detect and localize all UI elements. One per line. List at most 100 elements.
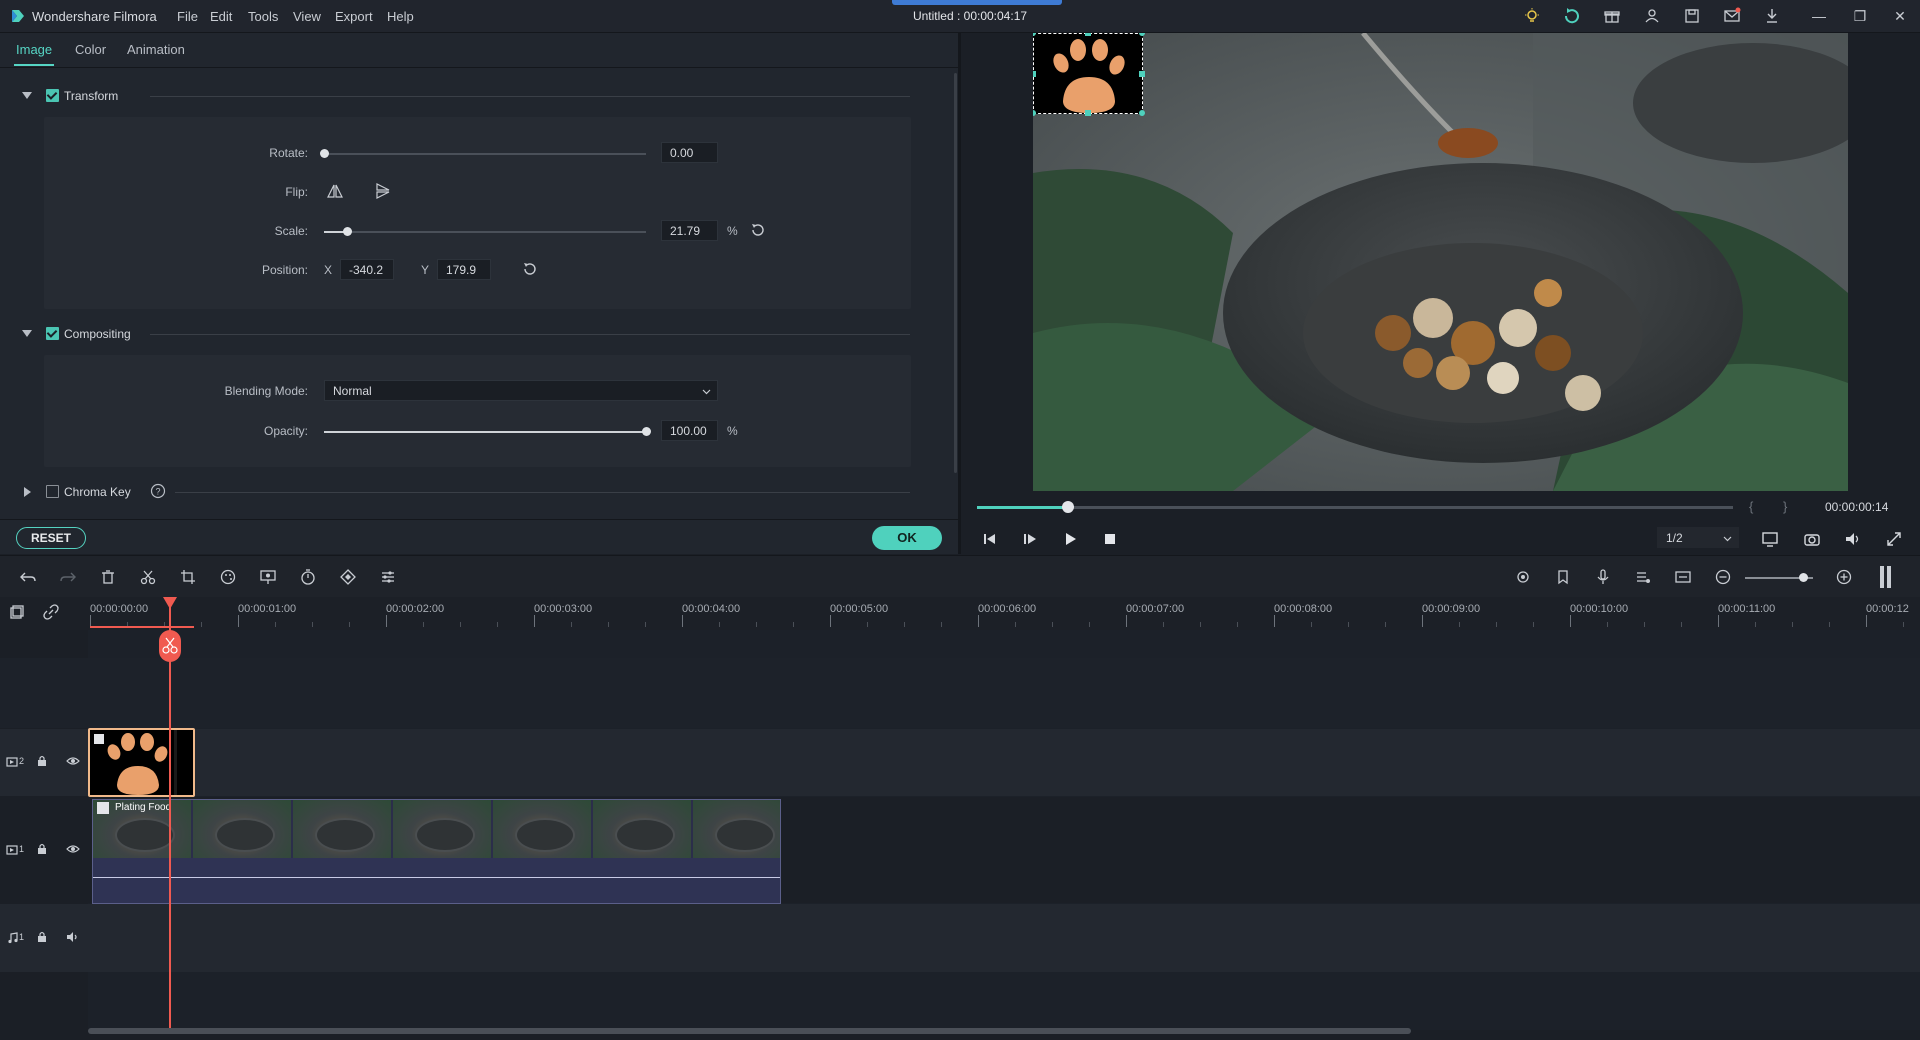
panel-toggle-icon[interactable] bbox=[1887, 566, 1891, 588]
playback-progress-knob[interactable] bbox=[1061, 501, 1074, 513]
render-icon[interactable] bbox=[1514, 568, 1532, 586]
playhead-handle[interactable] bbox=[163, 597, 177, 609]
reset-scale-icon[interactable] bbox=[749, 221, 767, 239]
scale-input[interactable]: 21.79 bbox=[661, 220, 718, 241]
menu-view[interactable]: View bbox=[293, 9, 321, 24]
green-screen-icon[interactable] bbox=[259, 568, 277, 586]
blending-mode-select[interactable]: Normal bbox=[324, 380, 718, 401]
mark-out-button[interactable]: } bbox=[1783, 499, 1787, 514]
ok-button[interactable]: OK bbox=[872, 526, 942, 550]
resize-handle[interactable] bbox=[1085, 33, 1091, 36]
download-icon[interactable] bbox=[1762, 6, 1782, 26]
playback-progress-bar[interactable] bbox=[977, 506, 1733, 509]
position-y-input[interactable]: 179.9 bbox=[437, 259, 491, 280]
audio-mixer-icon[interactable] bbox=[1634, 568, 1652, 586]
adjust-icon[interactable] bbox=[379, 568, 397, 586]
split-marker[interactable] bbox=[159, 630, 181, 662]
resize-handle[interactable] bbox=[1085, 110, 1091, 116]
video-clip[interactable]: Plating Food bbox=[92, 799, 781, 904]
close-button[interactable]: ✕ bbox=[1889, 6, 1911, 26]
scale-slider-knob[interactable] bbox=[342, 227, 352, 236]
help-icon[interactable]: ? bbox=[150, 483, 166, 499]
lock-icon[interactable] bbox=[35, 754, 49, 768]
volume-icon[interactable] bbox=[1844, 530, 1862, 548]
chroma-key-checkbox[interactable] bbox=[46, 485, 59, 498]
image-clip[interactable] bbox=[88, 728, 195, 797]
resize-handle[interactable] bbox=[1139, 71, 1145, 77]
flip-vertical-icon[interactable] bbox=[374, 182, 392, 200]
zoom-in-icon[interactable] bbox=[1835, 568, 1853, 586]
menu-help[interactable]: Help bbox=[387, 9, 414, 24]
panel-scrollbar[interactable] bbox=[954, 73, 957, 473]
menu-export[interactable]: Export bbox=[335, 9, 373, 24]
speaker-icon[interactable] bbox=[66, 930, 80, 944]
stop-icon[interactable] bbox=[1101, 530, 1119, 548]
mark-in-button[interactable]: { bbox=[1749, 499, 1753, 514]
flip-horizontal-icon[interactable] bbox=[326, 182, 344, 200]
play-frame-icon[interactable] bbox=[1021, 530, 1039, 548]
ruler-tick bbox=[830, 615, 831, 627]
undo-icon[interactable] bbox=[19, 568, 37, 586]
fullscreen-icon[interactable] bbox=[1885, 530, 1903, 548]
add-track-icon[interactable] bbox=[8, 603, 26, 621]
opacity-input[interactable]: 100.00 bbox=[661, 420, 718, 441]
opacity-slider-knob[interactable] bbox=[642, 427, 651, 436]
lock-icon[interactable] bbox=[35, 930, 49, 944]
zoom-out-icon[interactable] bbox=[1714, 568, 1732, 586]
transform-section-header[interactable]: Transform bbox=[0, 87, 920, 107]
eye-icon[interactable] bbox=[66, 842, 80, 856]
record-voiceover-icon[interactable] bbox=[1594, 568, 1612, 586]
tab-image[interactable]: Image bbox=[16, 42, 52, 57]
rotate-input[interactable]: 0.00 bbox=[661, 142, 718, 163]
tab-color[interactable]: Color bbox=[75, 42, 106, 57]
cut-icon[interactable] bbox=[139, 568, 157, 586]
lock-icon[interactable] bbox=[35, 842, 49, 856]
compositing-checkbox[interactable] bbox=[46, 327, 59, 340]
account-icon[interactable] bbox=[1642, 6, 1662, 26]
collapse-arrow-icon[interactable] bbox=[22, 330, 32, 337]
resize-handle[interactable] bbox=[1033, 71, 1036, 77]
speed-icon[interactable] bbox=[299, 568, 317, 586]
chroma-key-section-header[interactable]: Chroma Key ? bbox=[0, 483, 920, 503]
delete-icon[interactable] bbox=[99, 568, 117, 586]
redo-icon[interactable] bbox=[59, 568, 77, 586]
lightbulb-icon[interactable] bbox=[1522, 6, 1542, 26]
timeline-scrollbar[interactable] bbox=[88, 1028, 1411, 1034]
gift-icon[interactable] bbox=[1602, 6, 1622, 26]
transform-checkbox[interactable] bbox=[46, 89, 59, 102]
crop-icon[interactable] bbox=[179, 568, 197, 586]
zoom-slider-knob[interactable] bbox=[1798, 573, 1808, 582]
reset-button[interactable]: RESET bbox=[16, 527, 86, 549]
rotate-slider[interactable] bbox=[324, 153, 646, 155]
mail-icon[interactable] bbox=[1722, 6, 1742, 26]
sync-icon[interactable] bbox=[1562, 6, 1582, 26]
color-icon[interactable] bbox=[219, 568, 237, 586]
expand-arrow-icon[interactable] bbox=[24, 487, 31, 497]
rotate-slider-knob[interactable] bbox=[320, 149, 329, 158]
display-settings-icon[interactable] bbox=[1761, 530, 1779, 548]
menu-file[interactable]: File bbox=[177, 9, 198, 24]
minimize-button[interactable]: — bbox=[1808, 6, 1830, 26]
compositing-section-header[interactable]: Compositing bbox=[0, 325, 920, 345]
collapse-arrow-icon[interactable] bbox=[22, 92, 32, 99]
reset-position-icon[interactable] bbox=[521, 260, 539, 278]
fit-timeline-icon[interactable] bbox=[1674, 568, 1692, 586]
link-icon[interactable] bbox=[42, 603, 60, 621]
timeline-ruler[interactable]: 00:00:00:00 00:00:01:00 00:00:02:00 00:00:0… bbox=[0, 597, 1920, 630]
position-x-input[interactable]: -340.2 bbox=[340, 259, 394, 280]
keyframe-icon[interactable] bbox=[339, 568, 357, 586]
play-icon[interactable] bbox=[1061, 530, 1079, 548]
previous-frame-icon[interactable] bbox=[981, 530, 999, 548]
snapshot-icon[interactable] bbox=[1803, 530, 1821, 548]
marker-icon[interactable] bbox=[1554, 568, 1572, 586]
menu-tools[interactable]: Tools bbox=[248, 9, 278, 24]
save-icon[interactable] bbox=[1682, 6, 1702, 26]
menu-edit[interactable]: Edit bbox=[210, 9, 232, 24]
panel-toggle-icon[interactable] bbox=[1880, 566, 1884, 588]
resize-handle[interactable] bbox=[1139, 110, 1145, 116]
tab-animation[interactable]: Animation bbox=[127, 42, 185, 57]
restore-button[interactable]: ❐ bbox=[1849, 6, 1871, 26]
preview-quality-select[interactable]: 1/2 bbox=[1657, 527, 1739, 548]
eye-icon[interactable] bbox=[66, 754, 80, 768]
scale-slider[interactable] bbox=[324, 231, 646, 233]
